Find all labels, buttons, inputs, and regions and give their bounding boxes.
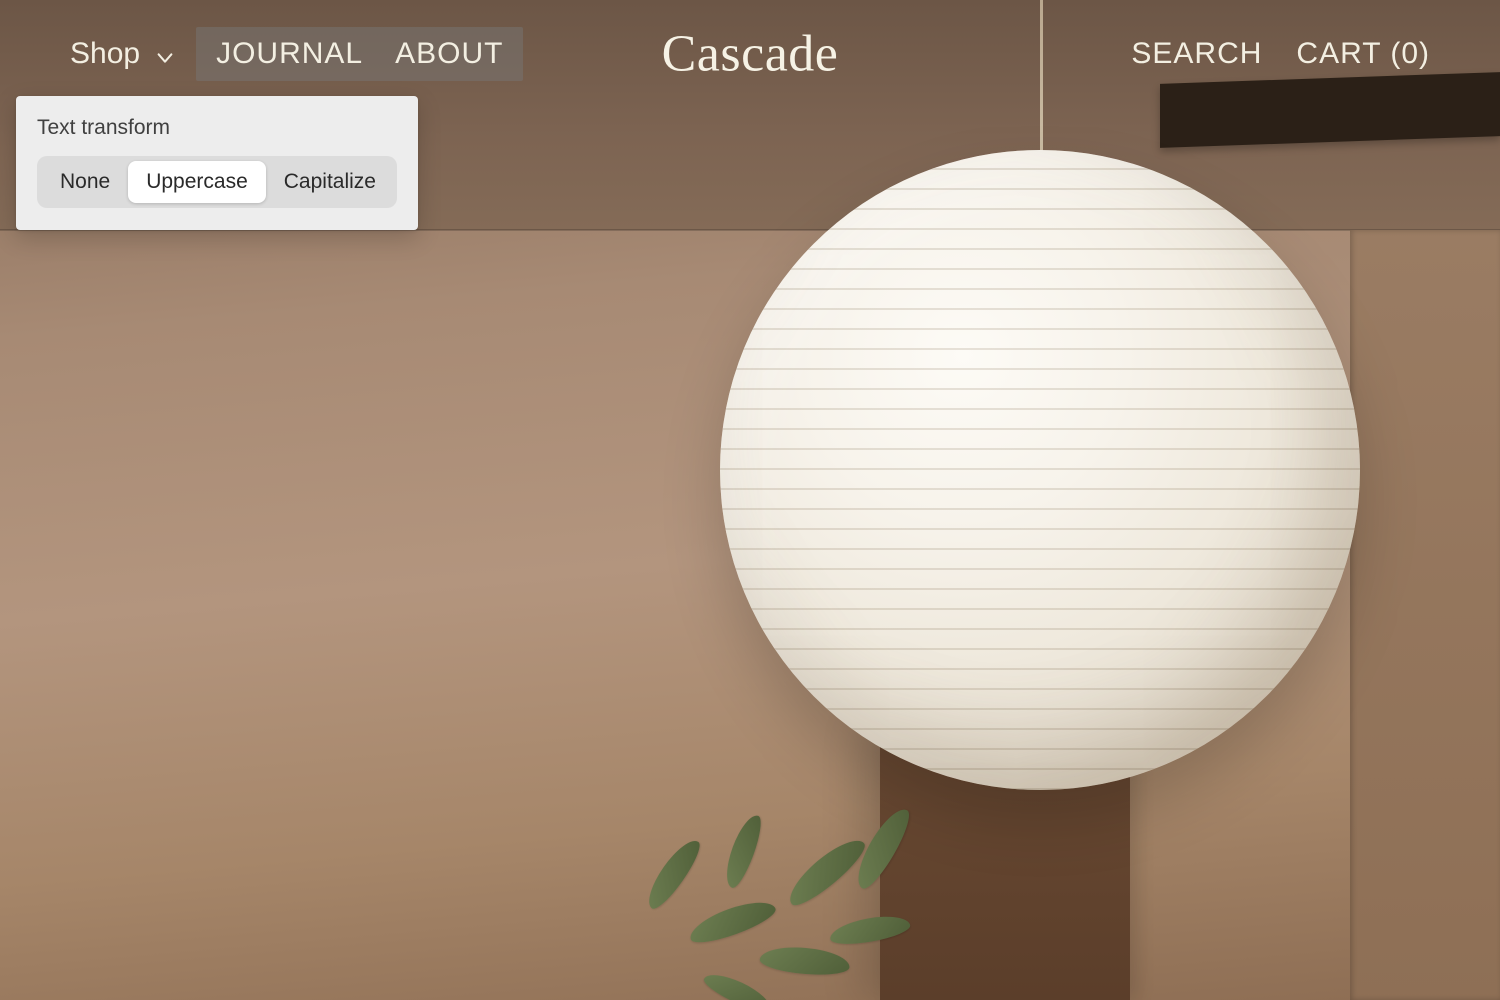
text-transform-option-capitalize[interactable]: Capitalize <box>266 161 394 203</box>
nav-left: Shop JOURNAL ABOUT <box>70 21 523 87</box>
text-transform-segmented: None Uppercase Capitalize <box>37 156 397 208</box>
site-logo[interactable]: Cascade <box>662 25 839 84</box>
olive-branch <box>610 840 970 1000</box>
wall-panel-right <box>1350 230 1500 1000</box>
text-transform-option-uppercase[interactable]: Uppercase <box>128 161 266 203</box>
chevron-down-icon <box>154 43 176 65</box>
shop-label: Shop <box>70 37 140 71</box>
paper-lantern <box>720 150 1360 790</box>
hero-background: Shop JOURNAL ABOUT Cascade SEARCH CART (… <box>0 0 1500 1000</box>
lantern-ribs <box>720 150 1360 790</box>
nav-links-highlight: JOURNAL ABOUT <box>196 27 523 81</box>
shop-dropdown-trigger[interactable]: Shop <box>70 21 196 87</box>
search-link[interactable]: SEARCH <box>1131 37 1262 71</box>
nav-link-journal[interactable]: JOURNAL <box>216 37 363 71</box>
site-header: Shop JOURNAL ABOUT Cascade SEARCH CART (… <box>0 0 1500 108</box>
text-transform-popover: Text transform None Uppercase Capitalize <box>16 96 418 230</box>
cart-link[interactable]: CART (0) <box>1296 37 1430 71</box>
text-transform-option-none[interactable]: None <box>42 161 128 203</box>
nav-right: SEARCH CART (0) <box>1131 37 1430 71</box>
popover-title: Text transform <box>37 116 397 140</box>
nav-link-about[interactable]: ABOUT <box>395 37 503 71</box>
